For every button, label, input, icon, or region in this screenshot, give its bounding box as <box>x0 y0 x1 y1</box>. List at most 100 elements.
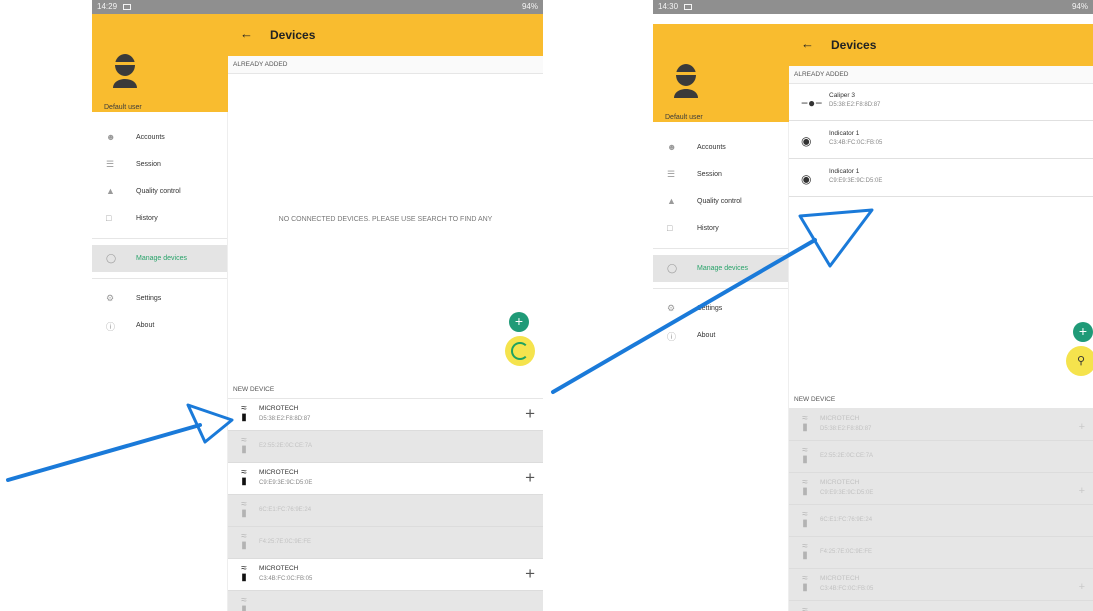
menu-item-accounts[interactable]: ☻ Accounts <box>653 134 788 161</box>
device-mac: E2:55:2E:0C:CE:7A <box>820 453 874 459</box>
add-device-fab[interactable]: + <box>1073 322 1093 342</box>
page-title: Devices <box>831 38 877 52</box>
devices-content: ALREADY ADDED NO CONNECTED DEVICES. PLEA… <box>228 56 543 611</box>
indicator-icon: ◉ <box>801 172 812 186</box>
back-arrow-icon[interactable]: ← <box>801 36 814 51</box>
menu-item-settings[interactable]: ⚙ Settings <box>92 285 227 312</box>
gear-icon: ⚙ <box>667 303 676 313</box>
indicator-icon: ◉ <box>801 134 812 148</box>
menu-item-quality-control[interactable]: ▲ Quality control <box>653 188 788 215</box>
search-progress-fab[interactable] <box>505 336 535 366</box>
new-device-header: NEW DEVICE <box>789 391 1093 409</box>
new-device-row[interactable]: ≈ ▮ MICROTECH C3:4B:FC:0C:FB:05 + <box>789 569 1093 601</box>
empty-devices-message: NO CONNECTED DEVICES. PLEASE USE SEARCH … <box>278 216 493 223</box>
gear-icon: ⚙ <box>106 293 115 303</box>
new-device-row[interactable]: ≈ ▮ MICROTECH C9:E9:3E:9C:D5:0E + <box>228 463 543 495</box>
person-icon: ☻ <box>667 142 677 152</box>
add-device-plus-icon[interactable]: + <box>1079 579 1085 596</box>
device-name: MICROTECH <box>820 479 860 486</box>
screenshot-before: 14:29 94% Default user ← Devices ☻ Accoun… <box>92 0 543 611</box>
user-name: Default user <box>104 104 142 111</box>
menu-item-about[interactable]: ⓘ About <box>653 322 788 349</box>
new-device-row[interactable]: ≈ ▮ F4:25:7E:0C:9E:FE <box>789 537 1093 569</box>
bluetooth-gauge-icon: ≈▮ <box>802 509 808 529</box>
new-device-row[interactable]: ≈▮ <box>789 601 1093 611</box>
back-arrow-icon[interactable]: ← <box>240 26 253 41</box>
menu-item-quality-control[interactable]: ▲ Quality control <box>92 178 227 205</box>
new-device-row[interactable]: ≈▮ <box>228 591 543 611</box>
new-device-row[interactable]: ≈ ▮ E2:55:2E:0C:CE:7A <box>228 431 543 463</box>
calendar-icon: □ <box>667 223 673 233</box>
already-added-header: ALREADY ADDED <box>228 56 543 74</box>
menu-divider <box>653 248 788 249</box>
menu-divider <box>92 238 227 239</box>
device-name: MICROTECH <box>259 565 299 572</box>
battery-level: 94% <box>1071 2 1088 11</box>
new-device-row[interactable]: ≈ ▮ 6C:E1:FC:76:9E:24 <box>228 495 543 527</box>
user-avatar-icon <box>674 64 698 98</box>
device-name: MICROTECH <box>259 405 299 412</box>
device-mac: 6C:E1:FC:76:9E:24 <box>820 517 873 523</box>
menu-item-manage-devices[interactable]: ◯ Manage devices <box>653 255 788 282</box>
device-mac: E2:55:2E:0C:CE:7A <box>259 443 313 449</box>
devices-icon: ◯ <box>667 263 678 273</box>
new-device-row[interactable]: ≈ ▮ MICROTECH C3:4B:FC:0C:FB:05 + <box>228 559 543 591</box>
bluetooth-gauge-icon: ≈▮ <box>241 435 247 455</box>
menu-item-history[interactable]: □ History <box>92 205 227 232</box>
status-bar: 14:29 94% <box>92 0 543 14</box>
user-name: Default user <box>665 114 703 121</box>
image-notification-icon <box>123 3 132 10</box>
new-device-row[interactable]: ≈ ▮ MICROTECH C9:E9:3E:9C:D5:0E + <box>789 473 1093 505</box>
app-bar: ← Devices <box>789 24 1093 66</box>
new-device-row[interactable]: ≈ ▮ E2:55:2E:0C:CE:7A <box>789 441 1093 473</box>
device-mac: 6C:E1:FC:76:9E:24 <box>259 507 312 513</box>
menu-item-manage-devices[interactable]: ◯ Manage devices <box>92 245 227 272</box>
bluetooth-gauge-icon: ≈▮ <box>241 403 247 423</box>
added-device-row[interactable]: −●− Caliper 3 D5:38:E2:F8:8D:87 <box>789 84 1093 121</box>
add-device-fab[interactable]: + <box>509 312 529 332</box>
bluetooth-gauge-icon: ≈▮ <box>241 467 247 487</box>
status-time: 14:29 <box>97 2 118 11</box>
new-device-row[interactable]: ≈ ▮ F4:25:7E:0C:9E:FE <box>228 527 543 559</box>
add-device-plus-icon[interactable]: + <box>525 565 535 582</box>
drawer-header: Default user <box>653 24 789 122</box>
drawer-header: Default user <box>92 14 228 112</box>
menu-item-settings[interactable]: ⚙ Settings <box>653 295 788 322</box>
device-mac: D5:38:E2:F8:8D:87 <box>820 426 872 432</box>
new-device-row[interactable]: ≈ ▮ MICROTECH D5:38:E2:F8:8D:87 + <box>228 399 543 431</box>
added-device-row[interactable]: ◉ Indicator 1 C9:E9:3E:9C:D5:0E <box>789 160 1093 197</box>
menu-item-session[interactable]: ☰ Session <box>92 151 227 178</box>
factory-icon: ▲ <box>667 196 676 206</box>
add-device-plus-icon[interactable]: + <box>1079 483 1085 500</box>
info-icon: ⓘ <box>106 322 116 332</box>
menu-item-accounts[interactable]: ☻ Accounts <box>92 124 227 151</box>
caliper-icon: −●− <box>801 96 823 110</box>
added-device-row[interactable]: ◉ Indicator 1 C3:4B:FC:0C:FB:05 <box>789 122 1093 159</box>
bluetooth-gauge-icon: ≈▮ <box>802 445 808 465</box>
search-fab[interactable]: ⚲ <box>1066 346 1093 376</box>
battery-level: 94% <box>521 2 538 11</box>
device-mac: C3:4B:FC:0C:FB:05 <box>259 576 313 582</box>
add-device-plus-icon[interactable]: + <box>525 469 535 486</box>
bluetooth-gauge-icon: ≈▮ <box>802 605 808 611</box>
menu-item-history[interactable]: □ History <box>653 215 788 242</box>
bluetooth-gauge-icon: ≈▮ <box>802 413 808 433</box>
device-name: MICROTECH <box>259 469 299 476</box>
devices-content: ALREADY ADDED −●− Caliper 3 D5:38:E2:F8:… <box>789 66 1093 611</box>
factory-icon: ▲ <box>106 186 115 196</box>
bluetooth-gauge-icon: ≈▮ <box>802 573 808 593</box>
add-device-plus-icon[interactable]: + <box>1079 419 1085 436</box>
person-icon: ☻ <box>106 132 116 142</box>
menu-item-session[interactable]: ☰ Session <box>653 161 788 188</box>
menu-item-about[interactable]: ⓘ About <box>92 312 227 339</box>
search-icon: ⚲ <box>1076 355 1086 367</box>
new-device-row[interactable]: ≈ ▮ MICROTECH D5:38:E2:F8:8D:87 + <box>789 409 1093 441</box>
add-device-plus-icon[interactable]: + <box>525 405 535 422</box>
list-icon: ☰ <box>106 159 115 169</box>
status-time: 14:30 <box>658 2 679 11</box>
bluetooth-gauge-icon: ≈▮ <box>241 563 247 583</box>
screenshot-after: 14:30 94% Default user ← Devices ☻ Accoun… <box>653 0 1093 611</box>
menu-divider <box>92 278 227 279</box>
new-device-row[interactable]: ≈ ▮ 6C:E1:FC:76:9E:24 <box>789 505 1093 537</box>
bluetooth-gauge-icon: ≈▮ <box>802 477 808 497</box>
